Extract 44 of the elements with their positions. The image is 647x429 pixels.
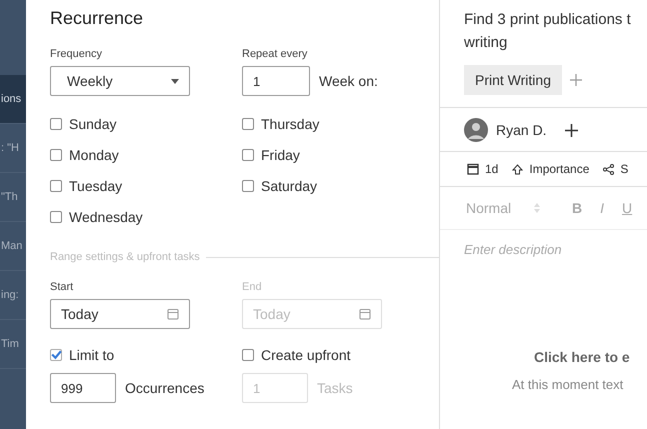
calendar-icon xyxy=(467,163,479,175)
toolbar-button[interactable]: Importance xyxy=(512,162,590,176)
share-icon xyxy=(603,164,614,174)
count-field[interactable]: 999 xyxy=(50,373,116,403)
date-field[interactable]: Today xyxy=(50,299,190,329)
unit-label: Tasks xyxy=(317,380,353,396)
dialog-title: Recurrence xyxy=(50,8,144,30)
day-checkbox[interactable]: Thursday xyxy=(242,114,434,133)
updown-icon xyxy=(534,203,540,213)
arrow-up-icon xyxy=(512,164,524,174)
toolbar-button[interactable]: 1d xyxy=(467,162,498,176)
calendar-icon xyxy=(167,308,179,320)
day-checkbox[interactable]: Monday xyxy=(50,145,242,164)
field-label: Repeat every xyxy=(242,48,308,60)
day-checkbox[interactable]: Wednesday xyxy=(50,207,242,226)
day-checkbox[interactable]: Sunday xyxy=(50,114,242,133)
sidebar-item[interactable]: "Th xyxy=(0,173,26,222)
hint-text: Click here to e xyxy=(533,349,631,365)
repeat-field[interactable]: 1 xyxy=(242,66,310,96)
assignee-name: Ryan D. xyxy=(496,122,547,138)
unit-label: Occurrences xyxy=(125,380,204,396)
day-checkbox[interactable]: Friday xyxy=(242,145,434,164)
field-label: Start xyxy=(50,281,74,293)
sidebar-item[interactable]: ing: xyxy=(0,271,26,320)
hint-text: At this moment text xyxy=(511,377,624,392)
field-label: Frequency xyxy=(50,48,103,60)
tag[interactable]: Print Writing xyxy=(464,65,562,95)
field-label: End xyxy=(242,281,263,293)
frequency-dropdown[interactable]: Weekly xyxy=(50,66,190,96)
sidebar-item[interactable]: Man xyxy=(0,222,26,271)
day-checkbox[interactable]: Tuesday xyxy=(50,176,242,195)
caret-icon xyxy=(171,78,179,84)
unit-label: Week on: xyxy=(319,73,378,89)
sidebar-item[interactable]: ions xyxy=(0,75,26,124)
add-icon[interactable] xyxy=(564,124,578,136)
toolbar-button[interactable]: S xyxy=(603,162,628,176)
avatar xyxy=(464,118,488,142)
option-checkbox[interactable]: Limit to xyxy=(50,345,242,364)
sidebar-item[interactable]: : "H xyxy=(0,124,26,173)
task-title: Find 3 print publications t writing xyxy=(464,10,632,53)
calendar-icon xyxy=(359,308,371,320)
day-checkbox[interactable]: Saturday xyxy=(242,176,434,195)
section-heading: Range settings & upfront tasks xyxy=(50,251,200,263)
sidebar-item[interactable]: Tim xyxy=(0,320,26,369)
